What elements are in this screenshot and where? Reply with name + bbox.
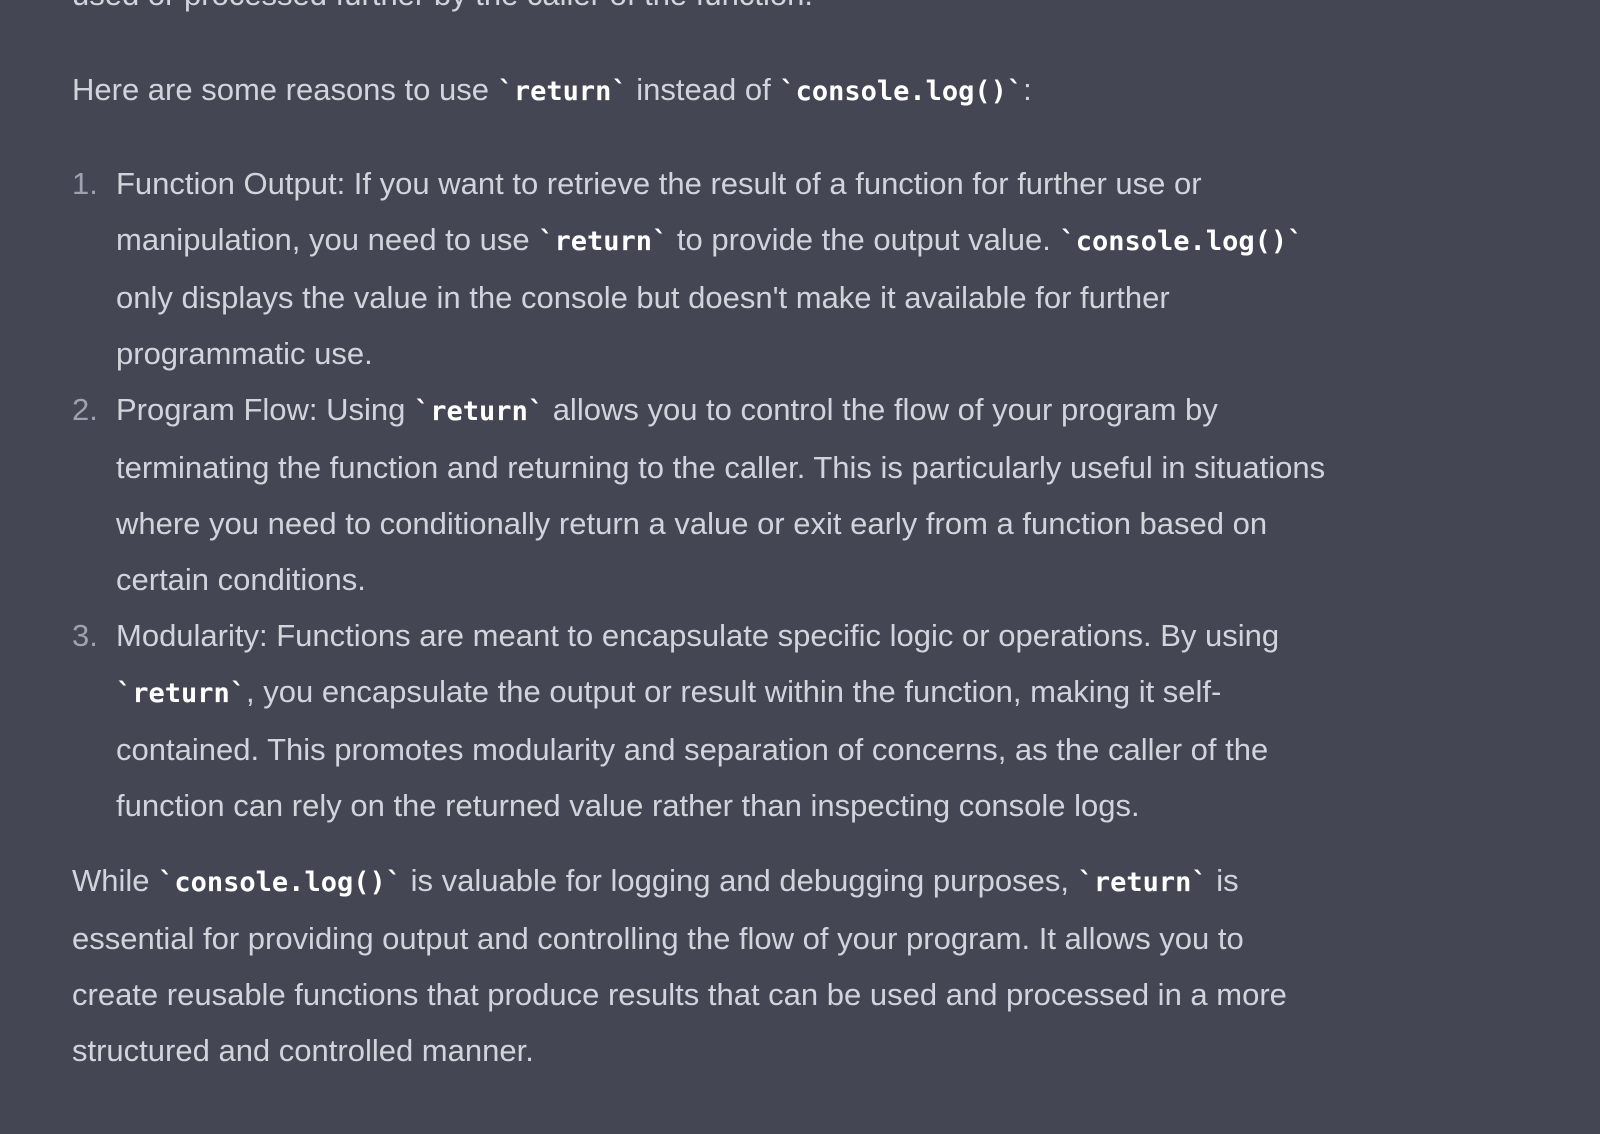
list-item-line: Function Output: If you want to retrieve… [116,166,1202,201]
list-number: 2. [72,392,98,427]
closing-line: essential for providing output and contr… [72,921,1244,956]
inline-code-return: `return` [116,678,247,709]
inline-code-return: `return` [538,226,669,257]
list-item-line: Program Flow: Using `return` allows you … [116,382,1392,440]
list-item-line: certain conditions. [116,562,366,597]
list-item-line: where you need to conditionally return a… [116,506,1268,541]
list-item-line: programmatic use. [116,336,373,371]
line-text: While [72,863,159,898]
inline-code-return: `return` [1077,867,1208,898]
closing-line: While `console.log()` is valuable for lo… [72,853,1392,911]
closing-line: create reusable functions that produce r… [72,977,1287,1012]
inline-code-return: `return` [414,396,545,427]
list-item-line: terminating the function and returning t… [116,450,1326,485]
list-number: 1. [72,166,98,201]
list-item-function-output: 1. Function Output: If you want to retri… [72,156,1392,382]
intro-text: Here are some reasons to use [72,72,498,107]
list-item-line: only displays the value in the console b… [116,280,1170,315]
inline-code-console-log: `console.log()` [779,76,1024,107]
closing-line: structured and controlled manner. [72,1033,534,1068]
line-text: manipulation, you need to use [116,222,539,257]
line-text: , you encapsulate the output or result w… [246,674,1222,709]
list-item-modularity: 3. Modularity: Functions are meant to en… [72,608,1392,834]
inline-code-return: `return` [497,76,628,107]
list-item-line: contained. This promotes modularity and … [116,732,1269,767]
intro-paragraph: Here are some reasons to use `return` in… [72,62,1032,120]
intro-text: instead of [627,72,780,107]
list-item-line: manipulation, you need to use `return` t… [116,212,1392,270]
reasons-list: 1. Function Output: If you want to retri… [72,156,1392,834]
inline-code-console-log: `console.log()` [158,867,402,898]
line-text: is [1207,863,1239,898]
list-number: 3. [72,618,98,653]
inline-code-console-log: `console.log()` [1059,226,1304,257]
closing-paragraph: While `console.log()` is valuable for lo… [72,853,1392,1079]
list-item-line: `return`, you encapsulate the output or … [116,664,1392,722]
list-item-line: function can rely on the returned value … [116,788,1140,823]
line-text: Program Flow: Using [116,392,415,427]
intro-text: : [1023,72,1032,107]
list-item-program-flow: 2. Program Flow: Using `return` allows y… [72,382,1392,608]
line-text: is valuable for logging and debugging pu… [401,863,1078,898]
line-text: to provide the output value. [668,222,1060,257]
cut-off-text-line: used or processed further by the caller … [72,0,813,23]
list-item-line: Modularity: Functions are meant to encap… [116,618,1280,653]
line-text: allows you to control the flow of your p… [544,392,1218,427]
